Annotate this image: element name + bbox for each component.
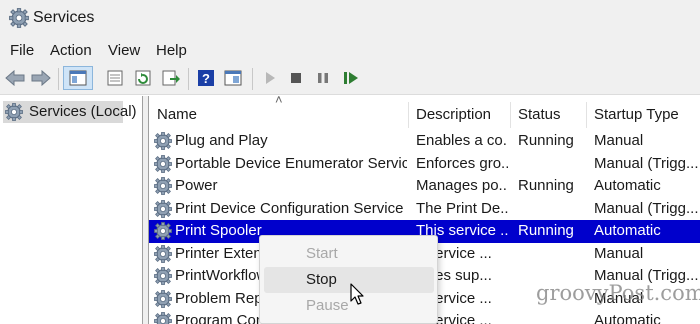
service-name: Power: [175, 177, 218, 194]
restart-service-icon[interactable]: [341, 66, 361, 90]
gear-icon: [5, 103, 23, 121]
service-description: The Print De...: [416, 199, 508, 217]
service-description: Manages po...: [416, 177, 508, 194]
service-startup-type: Automatic: [594, 177, 661, 194]
context-menu-stop[interactable]: Stop: [264, 267, 434, 293]
service-status: Running: [518, 132, 574, 149]
service-status: Running: [518, 177, 574, 194]
service-name: Portable Device Enumerator Service: [175, 154, 407, 172]
properties-icon[interactable]: [104, 66, 126, 90]
gear-icon: [154, 177, 172, 195]
menu-action[interactable]: Action: [50, 42, 92, 59]
gear-icon: [9, 8, 29, 28]
gear-icon: [154, 312, 172, 324]
service-startup-type: Manual (Trigg...: [594, 154, 698, 172]
column-header-description[interactable]: Description: [416, 106, 491, 123]
column-divider[interactable]: [586, 102, 587, 128]
gear-icon: [154, 244, 172, 263]
toolbar: ?: [0, 63, 700, 95]
context-menu-start[interactable]: Start: [264, 241, 434, 267]
gear-icon: [154, 222, 172, 240]
menu-view[interactable]: View: [108, 42, 140, 59]
pause-service-icon[interactable]: [314, 66, 332, 90]
context-menu-label: Start: [306, 245, 338, 262]
service-name: Print Device Configuration Service: [175, 199, 404, 217]
mouse-cursor-icon: [350, 283, 364, 305]
context-menu-label: Stop: [306, 271, 337, 288]
service-status: Running: [518, 222, 574, 239]
gear-icon: [154, 154, 172, 173]
help-icon[interactable]: ?: [195, 66, 217, 90]
service-startup-type: Manual (Trigg...: [594, 199, 698, 217]
console-tree: Services (Local): [0, 96, 143, 324]
service-name: Plug and Play: [175, 132, 268, 149]
gear-icon: [154, 132, 172, 150]
toolbar-separator: [58, 68, 59, 90]
forward-arrow-icon[interactable]: [30, 66, 52, 90]
table-row[interactable]: Power Manages po... Running Automatic: [149, 175, 700, 198]
list-header: ˄ Name Description Status Startup Type: [149, 96, 700, 130]
menu-file[interactable]: File: [10, 42, 34, 59]
start-service-icon[interactable]: [261, 66, 279, 90]
context-menu-label: Pause: [306, 297, 349, 314]
view-icon[interactable]: [222, 66, 244, 90]
toolbar-separator: [252, 68, 253, 90]
service-description: Enables a co...: [416, 132, 508, 149]
column-header-startup-type[interactable]: Startup Type: [594, 106, 679, 123]
column-divider[interactable]: [510, 102, 511, 128]
gear-icon: [154, 289, 172, 308]
window-title: Services: [33, 9, 95, 26]
column-header-status[interactable]: Status: [518, 106, 561, 123]
table-row[interactable]: Plug and Play Enables a co... Running Manua…: [149, 130, 700, 153]
refresh-icon[interactable]: [132, 66, 154, 90]
show-hide-tree-icon[interactable]: [63, 66, 93, 90]
menu-help[interactable]: Help: [156, 42, 187, 59]
table-row[interactable]: Print Device Configuration Service The Pr…: [149, 198, 700, 221]
column-header-name[interactable]: Name: [157, 106, 197, 123]
export-list-icon[interactable]: [160, 66, 182, 90]
gear-icon: [154, 267, 172, 285]
tree-item-label: Services (Local): [29, 103, 137, 120]
back-arrow-icon[interactable]: [4, 66, 26, 90]
column-divider[interactable]: [408, 102, 409, 128]
service-startup-type: Automatic: [594, 222, 661, 239]
service-startup-type: Manual: [594, 132, 644, 149]
watermark: groovyPost.com: [536, 281, 700, 305]
table-row[interactable]: Portable Device Enumerator Service Enforc…: [149, 153, 700, 176]
sort-caret-icon: ˄: [275, 96, 283, 107]
toolbar-separator: [188, 68, 189, 90]
gear-icon: [154, 199, 172, 218]
context-menu: Start Stop Pause: [259, 235, 438, 324]
service-description: Enforces gro...: [416, 154, 508, 172]
service-startup-type: Automatic: [594, 312, 661, 324]
service-startup-type: Manual: [594, 244, 644, 262]
title-bar: Services: [0, 0, 700, 38]
tree-item-services-local[interactable]: Services (Local): [3, 101, 137, 123]
context-menu-pause[interactable]: Pause: [264, 293, 434, 319]
stop-service-icon[interactable]: [287, 66, 305, 90]
svg-text:?: ?: [202, 71, 210, 86]
menu-bar: File Action View Help: [0, 38, 700, 63]
